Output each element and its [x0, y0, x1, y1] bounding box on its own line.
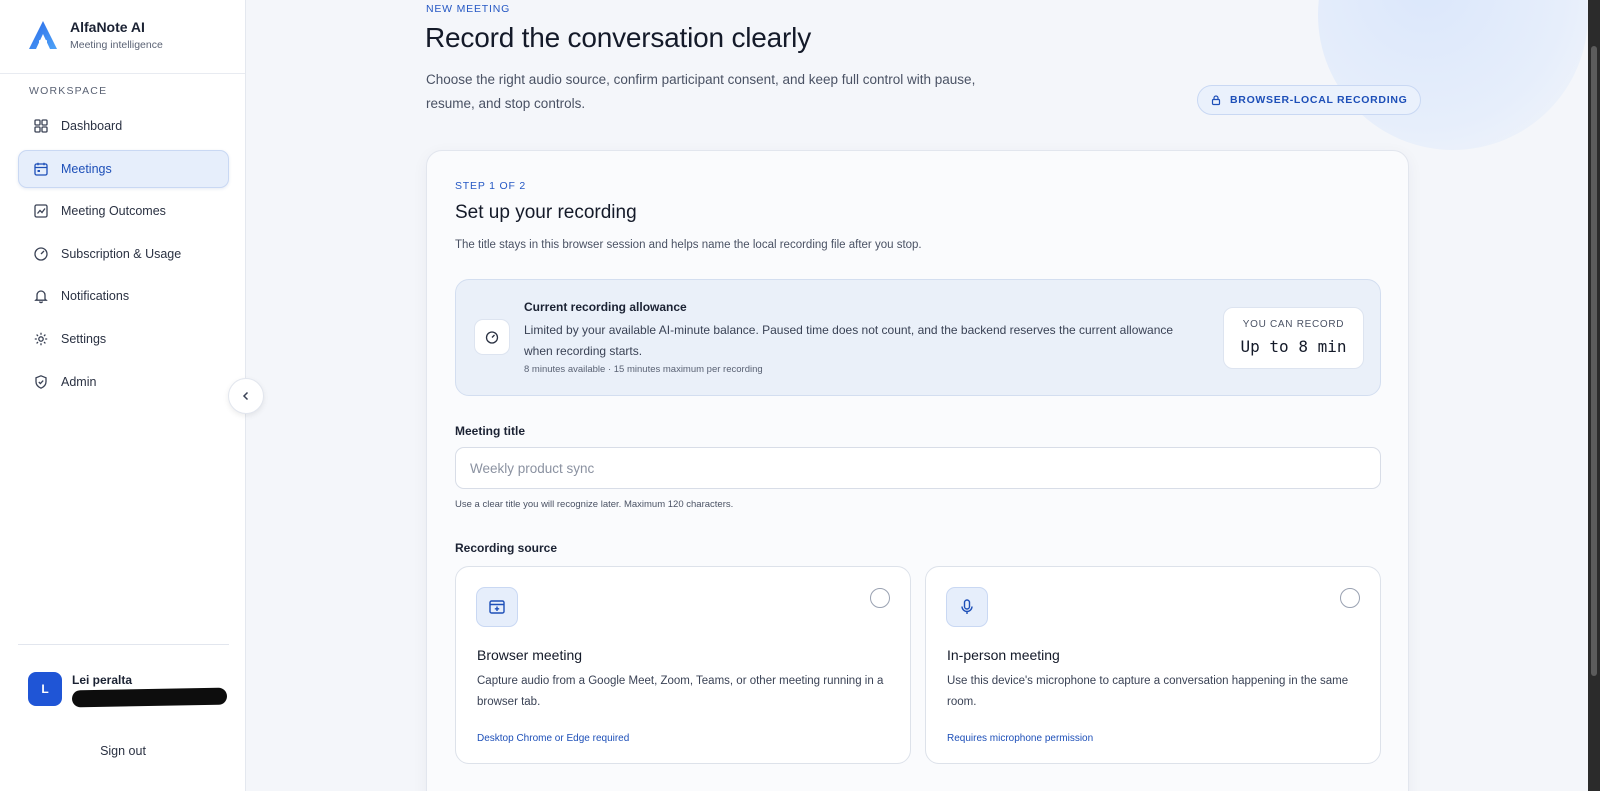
- sidebar-item-label: Meetings: [61, 161, 112, 176]
- allowance-box-label: YOU CAN RECORD: [1242, 319, 1345, 330]
- chevron-left-icon: [242, 391, 249, 401]
- sidebar-item-label: Notifications: [61, 289, 130, 304]
- gear-icon: [33, 331, 49, 347]
- source-description: Use this device's microphone to capture …: [947, 675, 1349, 708]
- brand[interactable]: AlfaNote AI Meeting intelligence: [26, 18, 163, 52]
- sidebar-divider: [18, 644, 229, 645]
- browser-local-badge: BROWSER-LOCAL RECORDING: [1197, 85, 1421, 115]
- recording-source-label: Recording source: [455, 541, 558, 555]
- sidebar-item-label: Settings: [61, 331, 107, 346]
- source-requirement: Requires microphone permission: [947, 733, 1094, 744]
- allowance-summary-box: YOU CAN RECORD Up to 8 min: [1223, 307, 1364, 369]
- source-option-in-person-meeting[interactable]: In-person meeting Use this device's micr…: [925, 566, 1381, 764]
- sidebar-item-admin[interactable]: Admin: [18, 363, 229, 401]
- chart-check-icon: [33, 203, 49, 219]
- allowance-text: Limited by your available AI-minute bala…: [524, 323, 1174, 358]
- allowance-meta: 8 minutes available · 15 minutes maximum…: [524, 364, 763, 375]
- alfanote-logo-icon: [29, 21, 57, 49]
- meeting-title-input[interactable]: [455, 447, 1381, 489]
- sidebar-item-notifications[interactable]: Notifications: [18, 277, 229, 315]
- source-description: Capture audio from a Google Meet, Zoom, …: [477, 675, 884, 708]
- sidebar-nav: Dashboard Meetings Meeting Outcomes Subs…: [18, 107, 229, 405]
- sign-out-button[interactable]: Sign out: [0, 744, 246, 758]
- setup-card: STEP 1 OF 2 Set up your recording The ti…: [426, 150, 1409, 791]
- brand-name: AlfaNote AI: [70, 19, 145, 35]
- sidebar-divider: [0, 73, 245, 74]
- sidebar-item-dashboard[interactable]: Dashboard: [18, 107, 229, 145]
- allowance-box-value: Up to 8 min: [1240, 337, 1347, 356]
- page-title: Record the conversation clearly: [425, 22, 811, 53]
- redacted-email: [71, 687, 228, 707]
- sidebar-item-label: Meeting Outcomes: [61, 204, 166, 219]
- calendar-icon: [33, 161, 49, 177]
- microphone-icon: [946, 587, 988, 627]
- badge-label: BROWSER-LOCAL RECORDING: [1230, 94, 1408, 106]
- brand-subtitle: Meeting intelligence: [70, 39, 163, 51]
- setup-title: Set up your recording: [455, 202, 637, 223]
- timer-gauge-icon: [474, 319, 510, 355]
- page-eyebrow: NEW MEETING: [426, 3, 511, 15]
- workspace-section-label: WORKSPACE: [29, 85, 108, 97]
- meeting-title-hint: Use a clear title you will recognize lat…: [455, 499, 734, 510]
- step-indicator: STEP 1 OF 2: [455, 180, 527, 192]
- shield-icon: [33, 374, 49, 390]
- bell-icon: [33, 288, 49, 304]
- sidebar-item-label: Subscription & Usage: [61, 246, 182, 261]
- decorative-blob: [1318, 0, 1588, 150]
- recording-allowance-panel: Current recording allowance Limited by y…: [455, 279, 1381, 396]
- lock-icon: [1211, 95, 1221, 106]
- scrollbar-thumb[interactable]: [1591, 46, 1597, 676]
- sidebar-item-label: Dashboard: [61, 119, 123, 133]
- page-description: Choose the right audio source, confirm p…: [426, 72, 976, 111]
- grid-icon: [33, 118, 49, 134]
- source-option-browser-meeting[interactable]: Browser meeting Capture audio from a Goo…: [455, 566, 911, 764]
- source-radio-in-person[interactable]: [1340, 588, 1360, 608]
- source-requirement: Desktop Chrome or Edge required: [477, 733, 630, 744]
- sidebar-item-label: Admin: [61, 374, 97, 389]
- meeting-title-label: Meeting title: [455, 424, 526, 438]
- setup-description: The title stays in this browser session …: [455, 239, 922, 251]
- browser-tab-icon: [476, 587, 518, 627]
- app-window: AlfaNote AI Meeting intelligence WORKSPA…: [0, 0, 1600, 791]
- user-name: Lei peralta: [72, 672, 133, 687]
- sidebar-item-meetings[interactable]: Meetings: [18, 149, 229, 188]
- sidebar: AlfaNote AI Meeting intelligence WORKSPA…: [0, 0, 246, 791]
- avatar: L: [28, 672, 62, 706]
- source-radio-browser[interactable]: [870, 588, 890, 608]
- user-card[interactable]: L Lei peralta: [28, 672, 228, 707]
- collapse-sidebar-button[interactable]: [228, 378, 264, 414]
- source-title: Browser meeting: [477, 647, 583, 663]
- sidebar-item-subscription-usage[interactable]: Subscription & Usage: [18, 235, 229, 273]
- sidebar-item-settings[interactable]: Settings: [18, 320, 229, 358]
- allowance-title: Current recording allowance: [524, 300, 687, 314]
- sidebar-item-meeting-outcomes[interactable]: Meeting Outcomes: [18, 192, 229, 230]
- source-title: In-person meeting: [947, 647, 1060, 663]
- gauge-icon: [33, 246, 49, 262]
